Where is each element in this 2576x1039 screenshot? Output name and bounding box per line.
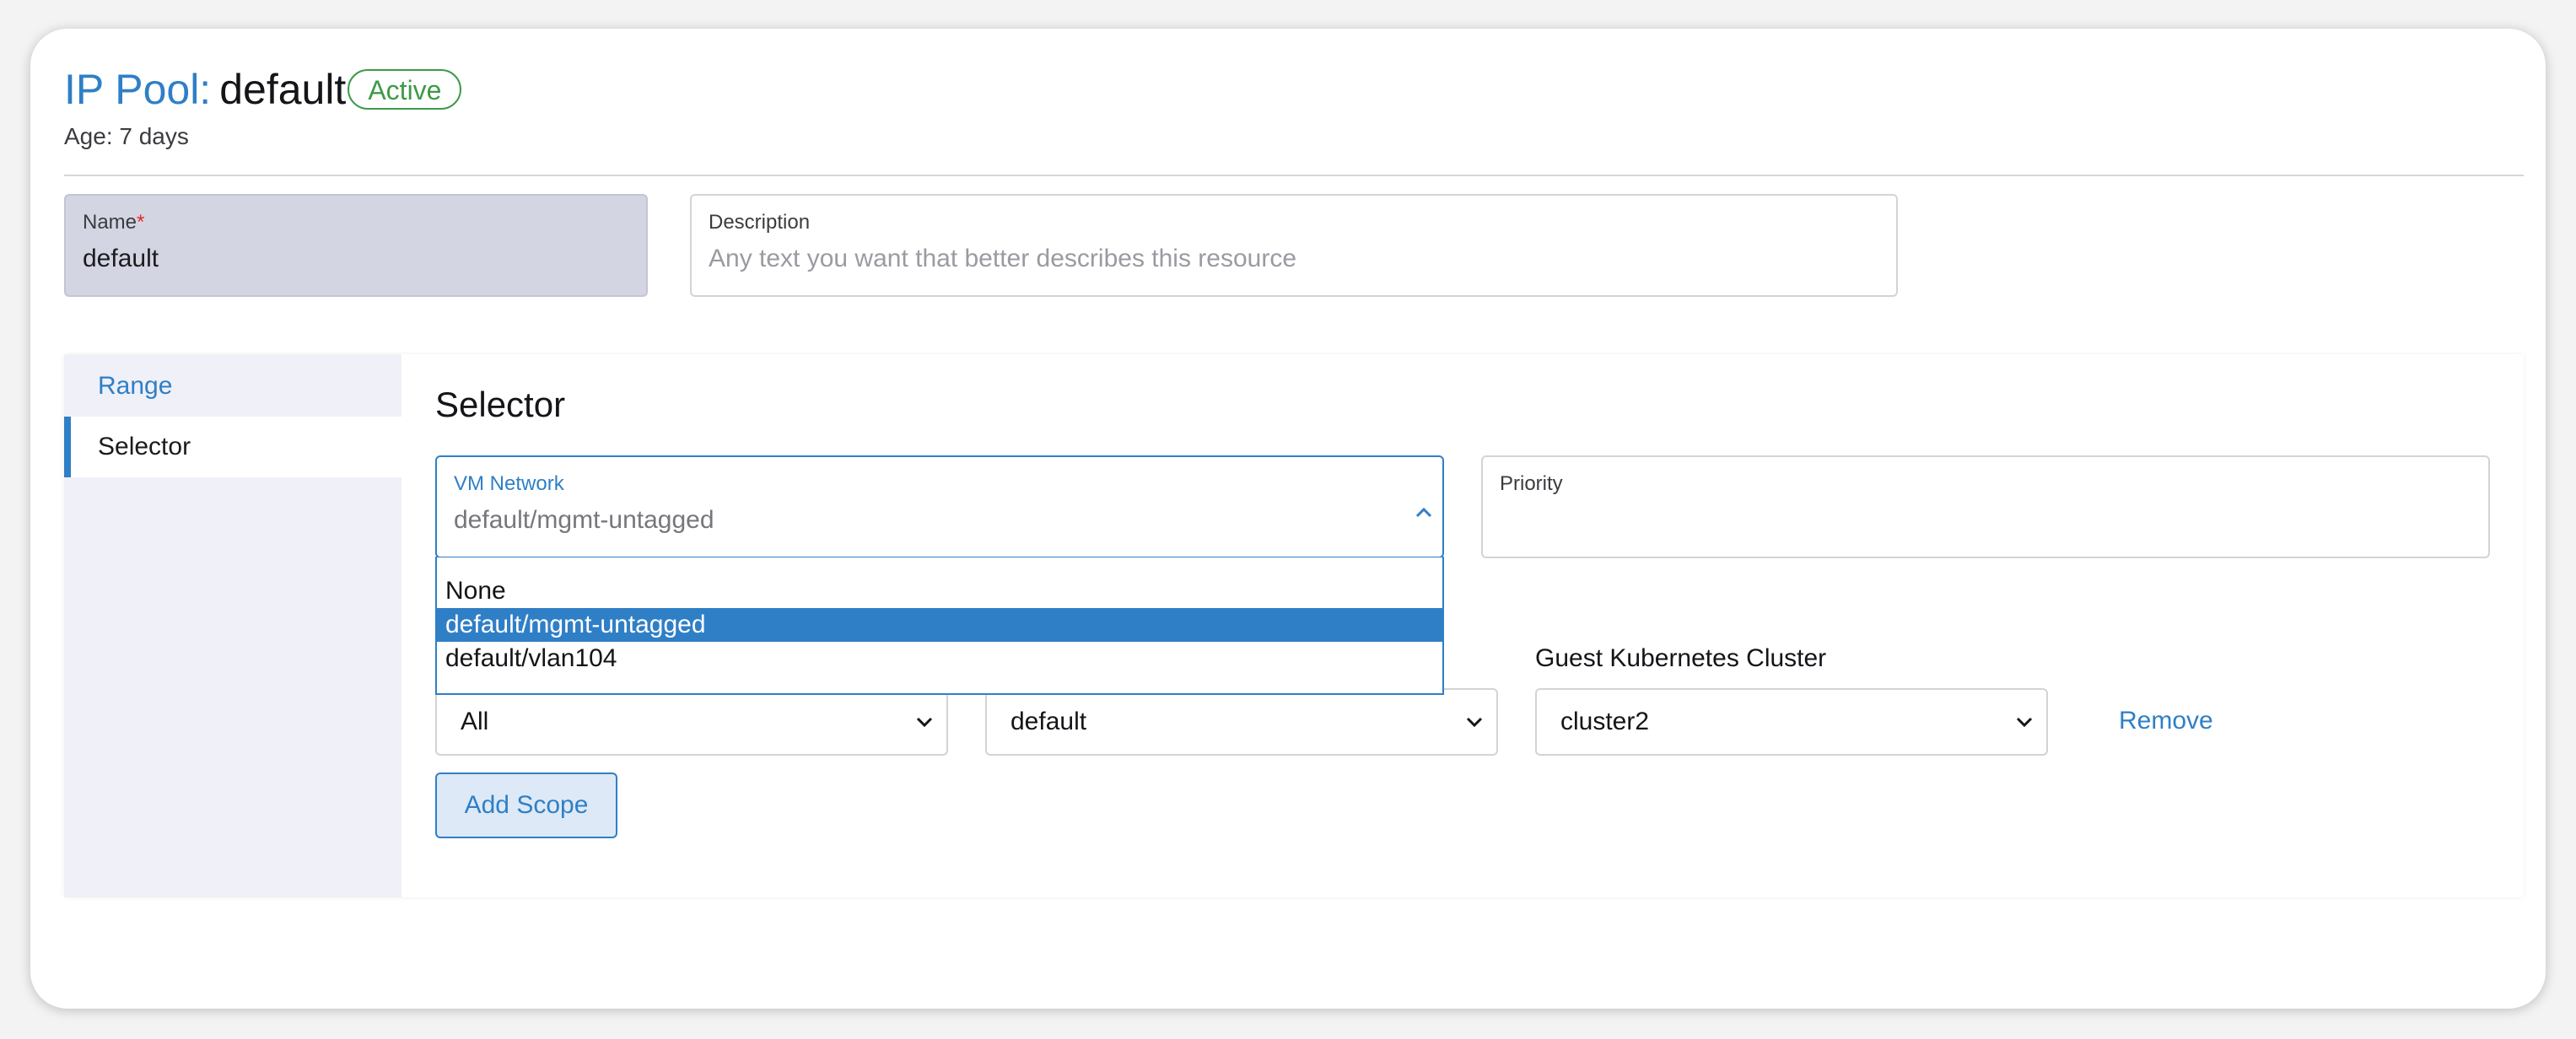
description-placeholder: Any text you want that better describes … <box>709 245 1297 272</box>
vm-network-dropdown: None default/mgmt-untagged default/vlan1… <box>435 557 1444 695</box>
vm-network-option-none[interactable]: None <box>437 574 1442 608</box>
priority-label: Priority <box>1500 472 1563 495</box>
tab-range[interactable]: Range <box>64 356 401 417</box>
vm-network-label: VM Network <box>454 472 564 495</box>
title-prefix: IP Pool: <box>64 66 212 113</box>
guest-cluster-label: Guest Kubernetes Cluster <box>1535 644 1827 672</box>
name-field[interactable]: Name* default <box>64 194 648 297</box>
title-name: default <box>219 66 347 113</box>
namespace-value: All <box>461 708 489 735</box>
priority-field[interactable]: Priority <box>1481 455 2490 558</box>
required-mark: * <box>137 211 145 234</box>
vm-network-option-mgmt-untagged[interactable]: default/mgmt-untagged <box>437 608 1442 642</box>
name-label: Name* <box>83 211 145 234</box>
chevron-up-icon[interactable] <box>1414 504 1434 520</box>
description-field[interactable]: Description Any text you want that bette… <box>690 194 1898 297</box>
guest-cluster-value: cluster2 <box>1560 708 1650 735</box>
vm-network-value: default/mgmt-untagged <box>454 506 714 534</box>
selector-title: Selector <box>435 385 566 424</box>
network-select[interactable]: default <box>985 688 1498 756</box>
remove-scope-button[interactable]: Remove <box>2119 707 2213 735</box>
chevron-down-icon <box>2016 717 2033 728</box>
description-label: Description <box>709 211 811 234</box>
tab-selector[interactable]: Selector <box>64 417 401 477</box>
add-scope-button[interactable]: Add Scope <box>435 773 617 838</box>
chevron-down-icon <box>1466 717 1483 728</box>
namespace-select[interactable]: All <box>435 688 948 756</box>
page-title: IP Pool: default Active <box>64 62 462 116</box>
vm-network-select[interactable]: VM Network default/mgmt-untagged <box>435 455 1444 558</box>
name-value: default <box>83 245 159 272</box>
vm-network-option-vlan104[interactable]: default/vlan104 <box>437 642 1442 676</box>
network-value: default <box>1010 708 1087 735</box>
chevron-down-icon <box>916 717 933 728</box>
age-text: Age: 7 days <box>64 123 189 149</box>
status-badge: Active <box>348 69 462 110</box>
header-divider <box>64 175 2524 176</box>
guest-cluster-select[interactable]: cluster2 <box>1535 688 2048 756</box>
